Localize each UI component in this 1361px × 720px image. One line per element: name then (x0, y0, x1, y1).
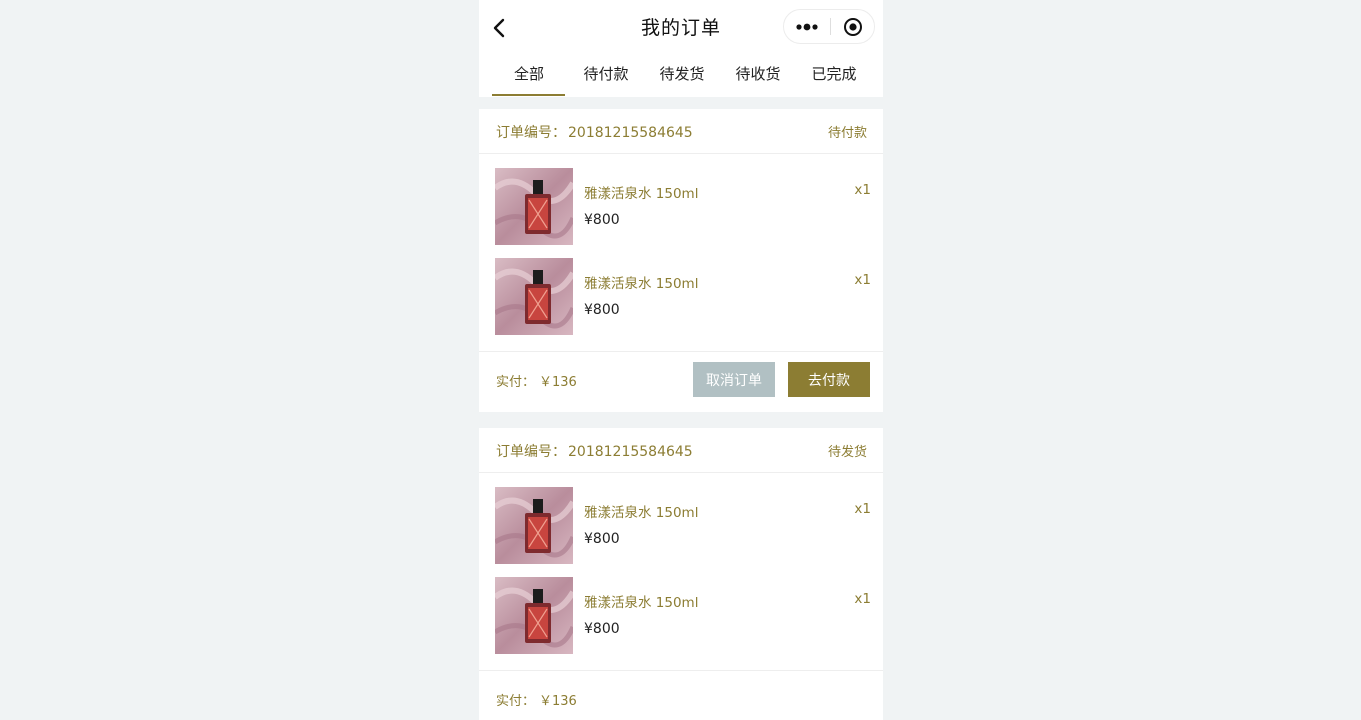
product-image[interactable] (495, 577, 573, 654)
product-quantity: x1 (854, 591, 871, 607)
order-footer: 实付： ￥136 取消订单 去付款 (479, 351, 883, 412)
paid-amount: 实付： ￥136 (496, 371, 577, 390)
order-number-value: 20181215584645 (568, 125, 693, 141)
mini-program-capsule (783, 9, 875, 44)
order-number-label: 订单编号： (496, 125, 566, 141)
product-price: ¥800 (584, 621, 620, 637)
product-quantity: x1 (854, 501, 871, 517)
paid-label: 实付： (496, 694, 536, 709)
product-image[interactable] (495, 487, 573, 564)
paid-amount: 实付： ￥136 (496, 690, 577, 709)
paid-label: 实付： (496, 375, 536, 390)
paid-value: ￥136 (539, 694, 577, 709)
product-image[interactable] (495, 168, 573, 245)
nav-bar: 我的订单 (479, 0, 883, 53)
more-dots-icon[interactable] (784, 10, 830, 43)
tab-pending-receipt[interactable]: 待收货 (720, 53, 796, 97)
product-name: 雅漾活泉水 150ml (584, 595, 699, 611)
order-number-value: 20181215584645 (568, 444, 693, 460)
phone-frame: 我的订单 全部 待付款 待发货 待收货 已完成 订单编号： 20181215584… (479, 0, 883, 720)
order-tabs: 全部 待付款 待发货 待收货 已完成 (479, 53, 883, 97)
product-name: 雅漾活泉水 150ml (584, 186, 699, 202)
target-close-icon[interactable] (831, 10, 875, 43)
product-price: ¥800 (584, 212, 620, 228)
tab-all[interactable]: 全部 (491, 53, 567, 97)
tab-completed[interactable]: 已完成 (796, 53, 872, 97)
order-number: 订单编号： 20181215584645 (496, 122, 693, 142)
order-item[interactable]: 雅漾活泉水 150ml x1 ¥800 (479, 473, 883, 564)
product-quantity: x1 (854, 272, 871, 288)
order-item[interactable]: 雅漾活泉水 150ml x1 ¥800 (479, 244, 883, 335)
tab-pending-payment[interactable]: 待付款 (568, 53, 644, 97)
product-name: 雅漾活泉水 150ml (584, 505, 699, 521)
product-price: ¥800 (584, 302, 620, 318)
cancel-order-button[interactable]: 取消订单 (693, 362, 775, 397)
product-price: ¥800 (584, 531, 620, 547)
order-footer: 实付： ￥136 (479, 670, 883, 720)
order-header: 订单编号： 20181215584645 待付款 (479, 109, 883, 154)
order-card[interactable]: 订单编号： 20181215584645 待发货 雅漾活泉水 150ml x1 … (479, 428, 883, 720)
order-item[interactable]: 雅漾活泉水 150ml x1 ¥800 (479, 154, 883, 245)
order-status: 待发货 (827, 445, 867, 460)
order-number: 订单编号： 20181215584645 (496, 441, 693, 461)
tab-pending-shipment[interactable]: 待发货 (644, 53, 720, 97)
product-quantity: x1 (854, 182, 871, 198)
order-number-label: 订单编号： (496, 444, 566, 460)
order-status: 待付款 (827, 126, 867, 141)
product-image[interactable] (495, 258, 573, 335)
active-tab-indicator (492, 94, 565, 96)
paid-value: ￥136 (539, 375, 577, 390)
pay-button[interactable]: 去付款 (788, 362, 870, 397)
order-item[interactable]: 雅漾活泉水 150ml x1 ¥800 (479, 563, 883, 654)
product-name: 雅漾活泉水 150ml (584, 276, 699, 292)
order-card[interactable]: 订单编号： 20181215584645 待付款 雅漾活泉水 150ml x1 … (479, 109, 883, 412)
order-header: 订单编号： 20181215584645 待发货 (479, 428, 883, 473)
